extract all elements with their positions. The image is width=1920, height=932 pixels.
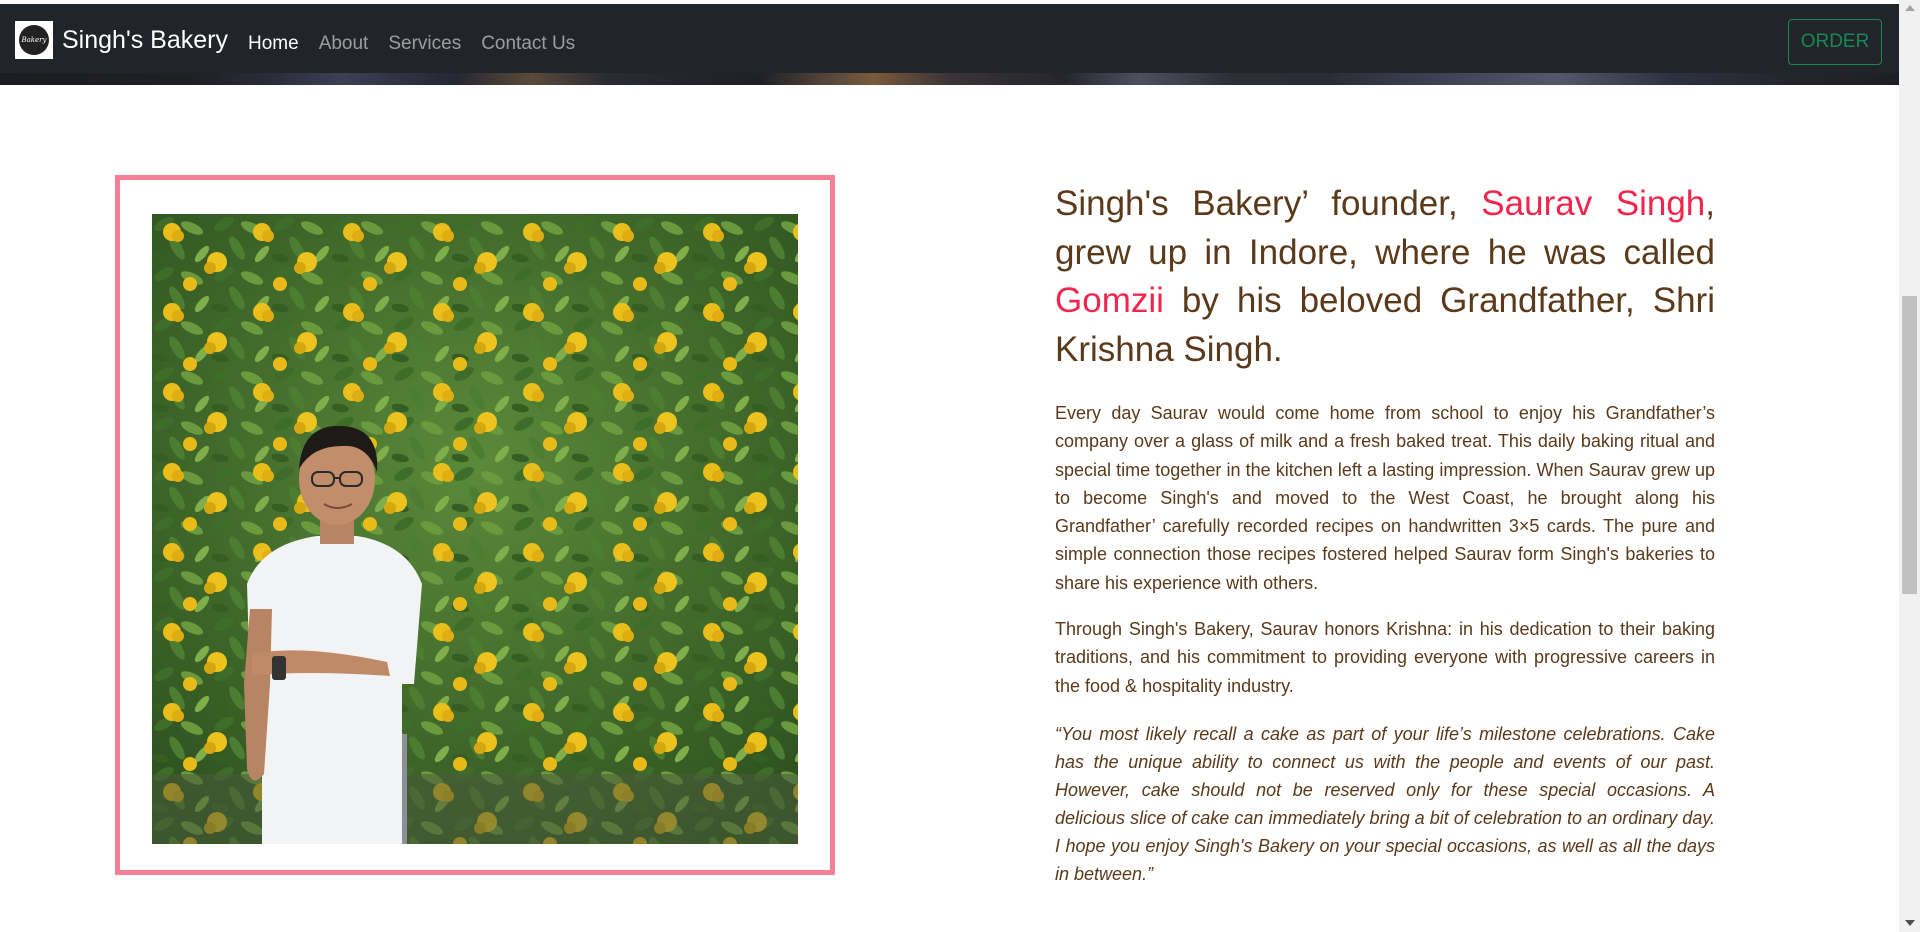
about-headline: Singh's Bakery’ founder, Saurav Singh, g… — [1055, 180, 1715, 374]
about-text: Singh's Bakery’ founder, Saurav Singh, g… — [1055, 180, 1715, 888]
brand-logo: Bakery — [15, 21, 53, 59]
about-paragraph-2: Through Singh's Bakery, Saurav honors Kr… — [1055, 619, 1715, 696]
nav-link-services[interactable]: Services — [388, 32, 461, 56]
founder-quote: “You most likely recall a cake as part o… — [1055, 723, 1715, 884]
brand[interactable]: Bakery Singh's Bakery — [15, 21, 228, 59]
page: Bakery Singh's Bakery Home About Service… — [0, 0, 1920, 932]
founder-photo — [152, 214, 798, 844]
logo-mark: Bakery — [19, 25, 49, 55]
nav-links: Home About Services Contact Us — [248, 32, 595, 56]
nav-link-about[interactable]: About — [319, 32, 369, 56]
hero-image-edge — [0, 73, 1899, 85]
scroll-up-arrow-icon[interactable] — [1905, 5, 1915, 11]
about-paragraph-1: Every day Saurav would come home from sc… — [1055, 403, 1715, 593]
founder-photo-illustration — [152, 214, 798, 844]
headline-text-1: Singh's Bakery’ founder, — [1055, 184, 1482, 223]
brand-name: Singh's Bakery — [62, 26, 228, 54]
founder-name: Saurav Singh — [1481, 184, 1706, 223]
navbar: Bakery Singh's Bakery Home About Service… — [0, 4, 1899, 81]
founder-nickname: Gomzii — [1055, 281, 1164, 320]
nav-link-contact-us[interactable]: Contact Us — [481, 32, 575, 56]
scroll-down-arrow-icon[interactable] — [1905, 920, 1915, 926]
nav-link-home[interactable]: Home — [248, 32, 299, 56]
order-button[interactable]: ORDER — [1788, 19, 1882, 65]
scrollbar-thumb[interactable] — [1902, 296, 1917, 594]
